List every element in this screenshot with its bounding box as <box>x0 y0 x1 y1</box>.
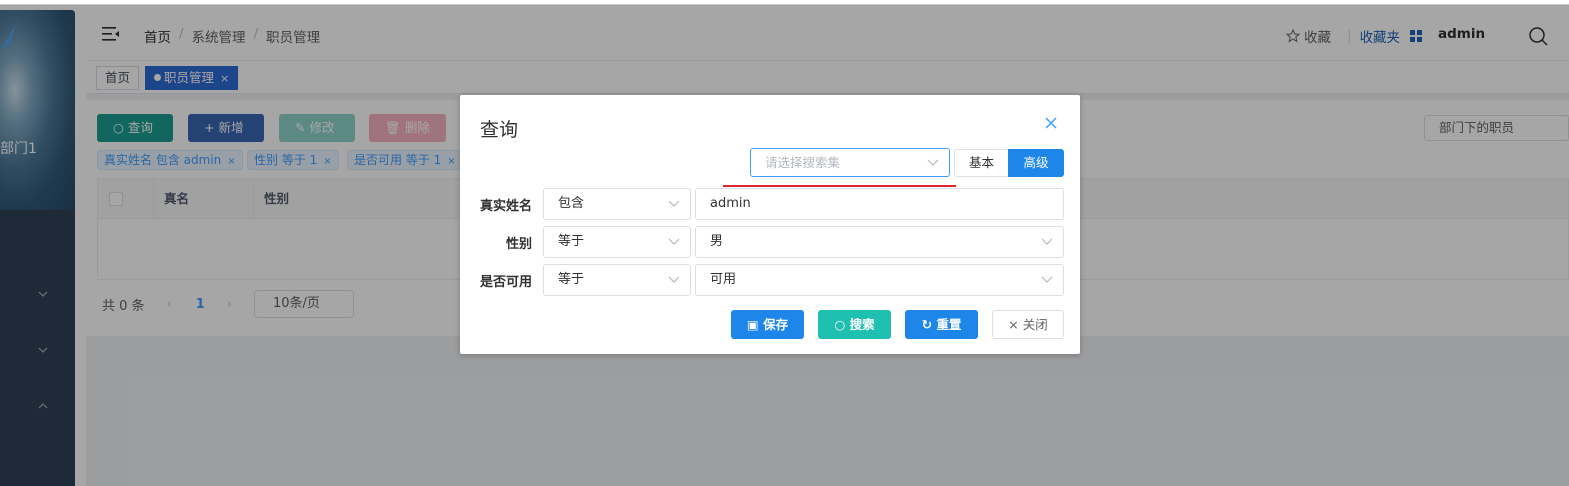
chevron-down-icon <box>1041 276 1053 283</box>
reset-button[interactable]: ↻ 重置 <box>905 310 978 339</box>
chevron-down-icon <box>668 276 680 283</box>
realname-value: admin <box>710 196 751 211</box>
close-icon: × <box>1008 317 1019 332</box>
query-dialog: 查询 请选择搜索集 基本 高级 真实姓名 包含 admin 性别 等于 男 是否… <box>460 95 1080 354</box>
chevron-down-icon <box>668 238 680 245</box>
close-icon[interactable] <box>1043 115 1059 131</box>
operator-select[interactable]: 等于 <box>543 264 691 296</box>
mode-basic-button[interactable]: 基本 <box>954 149 1009 177</box>
search-label: 搜索 <box>849 317 875 332</box>
close-label: 关闭 <box>1022 317 1048 332</box>
save-button[interactable]: ▣ 保存 <box>731 310 804 339</box>
field-label-realname: 真实姓名 <box>479 199 532 214</box>
mode-advanced-button[interactable]: 高级 <box>1008 149 1064 177</box>
enabled-select[interactable]: 可用 <box>695 264 1064 296</box>
enabled-value: 可用 <box>710 272 737 287</box>
chevron-down-icon <box>1041 238 1053 245</box>
search-set-select[interactable]: 请选择搜索集 <box>750 148 950 177</box>
gender-select[interactable]: 男 <box>695 226 1064 258</box>
red-underline <box>723 185 956 187</box>
close-button[interactable]: × 关闭 <box>992 310 1064 339</box>
save-label: 保存 <box>763 317 789 332</box>
search-set-placeholder: 请选择搜索集 <box>765 155 841 170</box>
field-label-enabled: 是否可用 <box>479 275 532 290</box>
gender-value: 男 <box>710 234 724 249</box>
chevron-down-icon <box>927 159 939 166</box>
operator-value: 包含 <box>558 196 585 211</box>
folder-icon: ▣ <box>746 317 759 332</box>
refresh-icon: ↻ <box>921 317 933 332</box>
reset-label: 重置 <box>936 317 962 332</box>
field-label-gender: 性别 <box>505 237 532 252</box>
operator-value: 等于 <box>558 234 585 249</box>
realname-input[interactable]: admin <box>695 188 1064 220</box>
search-button[interactable]: ○ 搜索 <box>818 310 891 339</box>
operator-value: 等于 <box>558 272 585 287</box>
dialog-title: 查询 <box>480 119 519 141</box>
search-icon: ○ <box>834 317 846 332</box>
chevron-down-icon <box>668 200 680 207</box>
operator-select[interactable]: 等于 <box>543 226 691 258</box>
operator-select[interactable]: 包含 <box>543 188 691 220</box>
